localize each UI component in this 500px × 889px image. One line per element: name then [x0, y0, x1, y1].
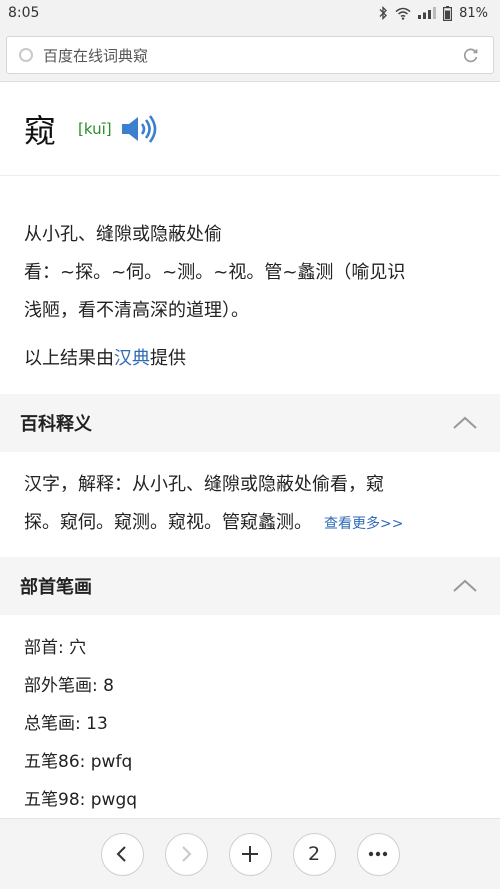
bluetooth-icon — [379, 6, 388, 20]
address-bar[interactable]: 百度在线词典窥 — [6, 36, 494, 74]
list-item: 五笔86: pwfq — [24, 752, 133, 772]
definition-line: 浅陋，看不清高深的道理）。 — [24, 300, 249, 321]
more-dots-icon — [368, 851, 388, 857]
handian-link[interactable]: 汉典 — [114, 348, 150, 369]
baike-section-header[interactable]: 百科释义 — [0, 394, 500, 452]
baike-line: 探。窥伺。窥测。窥视。管窥蠡测。 — [24, 512, 312, 533]
forward-button[interactable] — [164, 832, 208, 876]
battery-icon — [443, 5, 453, 21]
new-tab-button[interactable] — [228, 832, 272, 876]
tabs-count: 2 — [307, 843, 321, 865]
list-item: 五笔98: pwgq — [24, 790, 138, 810]
status-icons: 81% — [378, 5, 488, 21]
bushou-content: 部首: 穴 部外笔画: 8 总笔画: 13 五笔86: pwfq 五笔98: p… — [0, 615, 500, 819]
see-more-link[interactable]: 查看更多>> — [324, 516, 403, 532]
status-time: 8:05 — [8, 5, 40, 21]
reload-icon[interactable] — [461, 45, 481, 65]
baike-line: 汉字，解释：从小孔、缝隙或隐蔽处偷看，窥 — [24, 474, 384, 495]
definition-line: 从小孔、缝隙或隐蔽处偷 — [24, 224, 222, 245]
menu-button[interactable] — [356, 832, 400, 876]
browser-toolbar: 百度在线词典窥 — [0, 26, 500, 82]
back-button[interactable] — [100, 832, 144, 876]
chevron-left-icon — [116, 846, 126, 862]
chevron-right-icon — [182, 846, 192, 862]
tabs-button[interactable]: 2 — [292, 832, 336, 876]
baike-content: 汉字，解释：从小孔、缝隙或隐蔽处偷看，窥 探。窥伺。窥测。窥视。管窥蠡测。 查看更… — [0, 452, 500, 557]
list-item: 部外笔画: 8 — [24, 676, 114, 696]
source-note: 以上结果由汉典提供 — [24, 340, 478, 378]
list-item: 部首: 穴 — [24, 638, 87, 658]
bushou-section-header[interactable]: 部首笔画 — [0, 557, 500, 615]
chevron-up-icon[interactable] — [452, 578, 478, 594]
address-text[interactable]: 百度在线词典窥 — [43, 45, 461, 66]
battery-percent: 81% — [459, 5, 488, 21]
pinyin: [kuī] — [78, 119, 112, 138]
baike-line-2: 探。窥伺。窥测。窥视。管窥蠡测。 查看更多>> — [24, 504, 478, 543]
list-item: 总笔画: 13 — [24, 714, 108, 734]
source-prefix: 以上结果由 — [24, 348, 114, 369]
baike-title: 百科释义 — [20, 414, 92, 435]
site-icon — [19, 48, 33, 62]
headword: 窥 — [24, 111, 57, 150]
signal-icon — [418, 7, 437, 19]
source-suffix: 提供 — [150, 348, 186, 369]
wifi-icon — [395, 7, 411, 20]
word-header: 窥 [kuī] — [0, 82, 500, 176]
definition-line: 看：~探。~伺。~测。~视。管~蠡测（喻见识 — [24, 262, 406, 283]
speaker-icon[interactable] — [120, 113, 158, 145]
status-bar: 8:05 81% — [0, 0, 500, 26]
chevron-up-icon[interactable] — [452, 415, 478, 431]
bottom-navigation: 2 — [0, 818, 500, 889]
plus-icon — [242, 846, 258, 862]
bushou-title: 部首笔画 — [20, 577, 92, 598]
definition-block: 从小孔、缝隙或隐蔽处偷 看：~探。~伺。~测。~视。管~蠡测（喻见识 浅陋，看不… — [0, 176, 500, 378]
